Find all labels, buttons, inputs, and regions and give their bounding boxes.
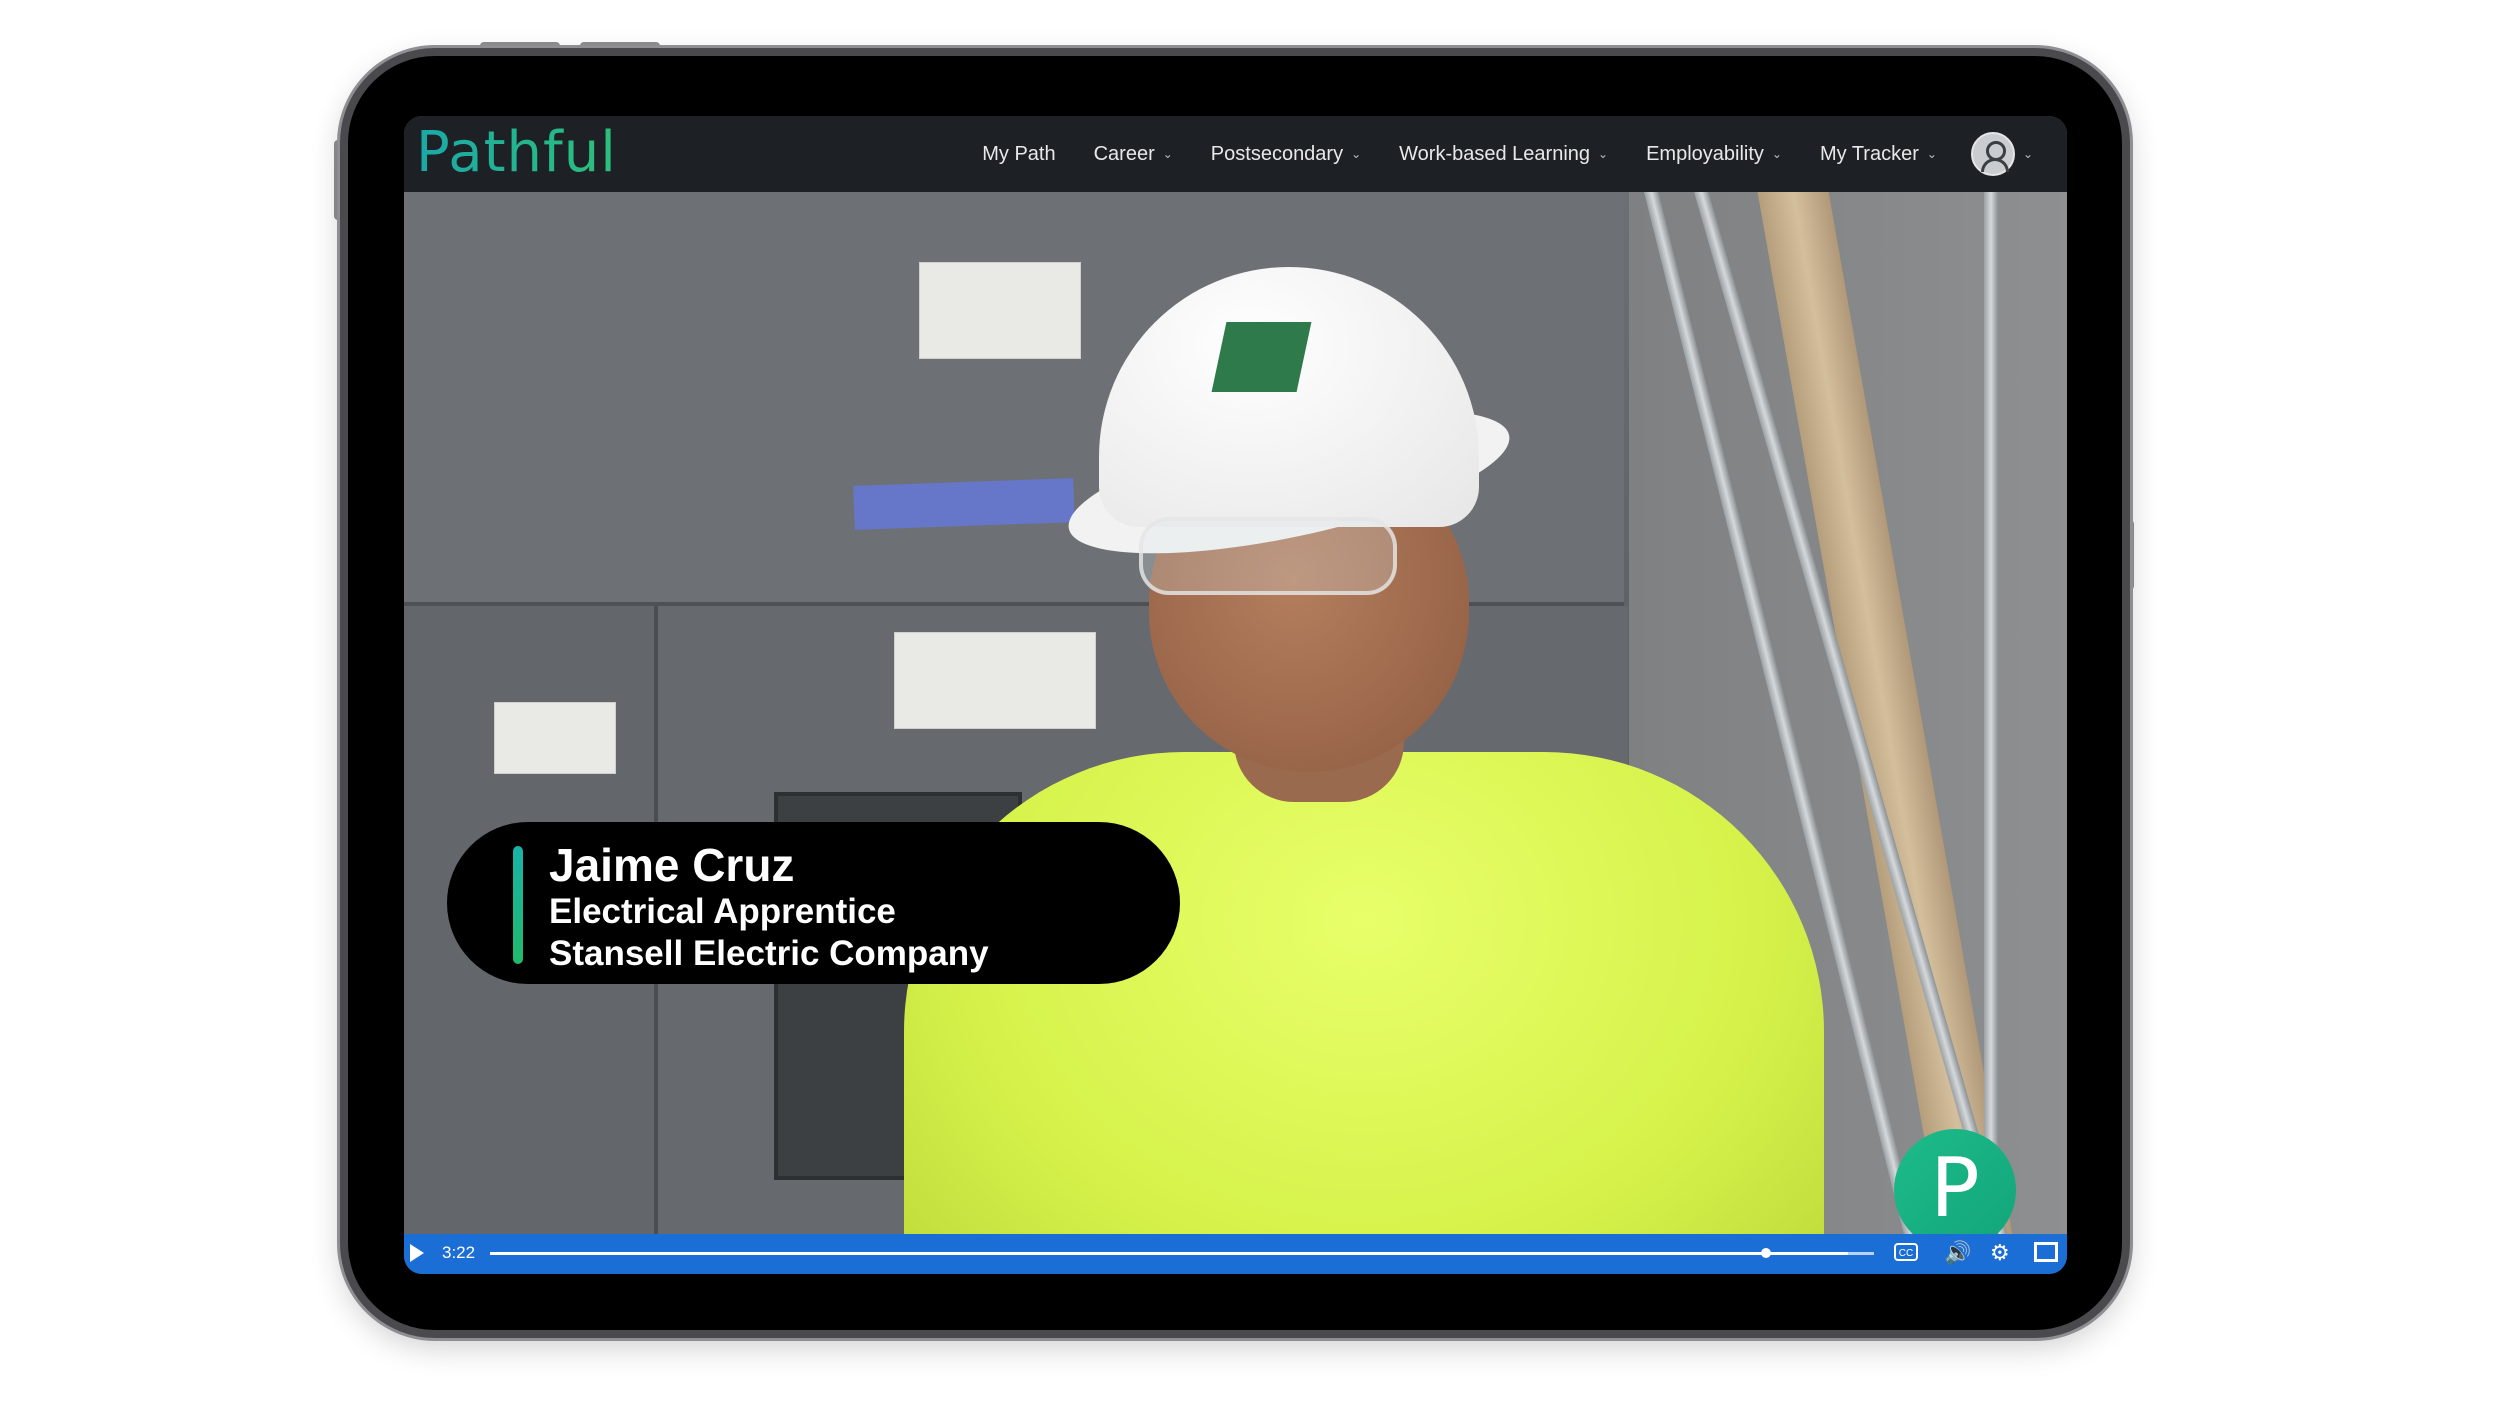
speaker-company: Stansell Electric Company [549,934,989,973]
pathful-watermark-icon: P [1894,1129,2016,1234]
hard-hat-logo [1211,322,1312,392]
caption-accent-bar [513,846,523,964]
fullscreen-icon[interactable] [2034,1242,2058,1262]
video-player[interactable]: Jaime Cruz Electrical Apprentice Stansel… [404,192,2067,1234]
speaker-role: Electrical Apprentice [549,892,896,931]
warning-label [494,702,616,774]
lower-third-caption: Jaime Cruz Electrical Apprentice Stansel… [447,822,1180,984]
progress-bar[interactable] [490,1252,1874,1255]
nav-item-employability[interactable]: Employability ⌄ [1646,143,1782,166]
safety-glasses [1139,517,1397,595]
conduit-pipe [1984,192,1998,1234]
watermark-letter: P [1930,1141,1980,1234]
nav-item-label: My Path [982,142,1056,165]
top-nav: Pathful My Path Career ⌄ Postsecondary ⌄… [404,116,2067,192]
nav-item-postsecondary[interactable]: Postsecondary ⌄ [1211,143,1361,166]
nav-item-label: Career [1093,142,1155,165]
user-avatar-icon [1970,132,2015,176]
video-controls: 3:22 CC 🔊 ⚙ [404,1234,2067,1274]
account-menu[interactable]: ⌄ [1937,132,2033,176]
nav-item-label: Work-based Learning [1399,142,1591,165]
speaker-name: Jaime Cruz [549,839,795,891]
chevron-down-icon: ⌄ [1598,147,1609,161]
nav-item-label: My Tracker [1819,142,1919,165]
nav-item-work-based-learning[interactable]: Work-based Learning ⌄ [1399,143,1608,166]
chevron-down-icon: ⌄ [1771,147,1782,161]
volume-icon[interactable]: 🔊 [1944,1240,1971,1266]
chevron-down-icon: ⌄ [1162,147,1173,161]
nav-item-my-tracker[interactable]: My Tracker ⌄ [1820,143,1937,166]
chevron-down-icon: ⌄ [1926,147,1937,161]
video-time: 3:22 [442,1243,476,1262]
closed-captions-icon[interactable]: CC [1894,1243,1918,1261]
warning-label [894,632,1096,729]
warning-label [919,262,1081,359]
progress-handle[interactable] [1761,1248,1771,1258]
play-icon[interactable] [410,1244,424,1262]
chevron-down-icon: ⌄ [1351,147,1362,161]
nav-item-label: Postsecondary [1210,142,1344,165]
nav-menu: My Path Career ⌄ Postsecondary ⌄ Work-ba… [944,116,2033,192]
settings-icon[interactable]: ⚙ [1990,1240,2010,1266]
nav-item-label: Employability [1646,142,1764,165]
tablet-screen: Pathful My Path Career ⌄ Postsecondary ⌄… [404,116,2067,1274]
progress-fill [490,1252,1848,1255]
nav-item-my-path[interactable]: My Path [982,143,1055,166]
nav-item-career[interactable]: Career ⌄ [1094,143,1173,166]
blue-tape-label [853,478,1075,530]
chevron-down-icon: ⌄ [2022,147,2033,161]
pathful-logo[interactable]: Pathful [416,120,617,185]
